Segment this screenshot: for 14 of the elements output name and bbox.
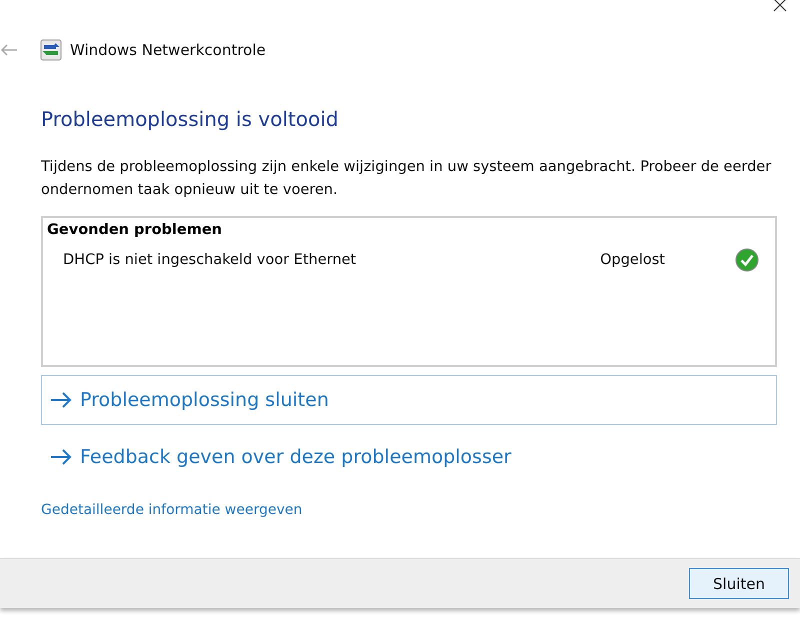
- problem-status: Opgelost: [600, 252, 665, 268]
- check-icon: [735, 248, 759, 272]
- network-app-icon: [40, 39, 62, 61]
- window-title: Windows Netwerkcontrole: [70, 41, 266, 59]
- page-heading: Probleemoplossing is voltooid: [41, 107, 340, 131]
- arrow-icon: [50, 449, 72, 465]
- command-link[interactable]: Probleemoplossing sluiten: [41, 375, 777, 425]
- problem-name: DHCP is niet ingeschakeld voor Ethernet: [63, 252, 358, 268]
- arrow-icon: [50, 392, 72, 408]
- close-button[interactable]: Sluiten: [689, 568, 789, 599]
- details-link[interactable]: Gedetailleerde informatie weergeven: [41, 502, 302, 518]
- panel-title: Gevonden problemen: [47, 222, 223, 238]
- description-text: Tijdens de probleemoplossing zijn enkele wijzigingen in uw systeem aangebracht. Probeer de eerder ondernomen taak opnieuw uit te voeren.: [41, 158, 772, 200]
- close-icon[interactable]: [773, 0, 787, 12]
